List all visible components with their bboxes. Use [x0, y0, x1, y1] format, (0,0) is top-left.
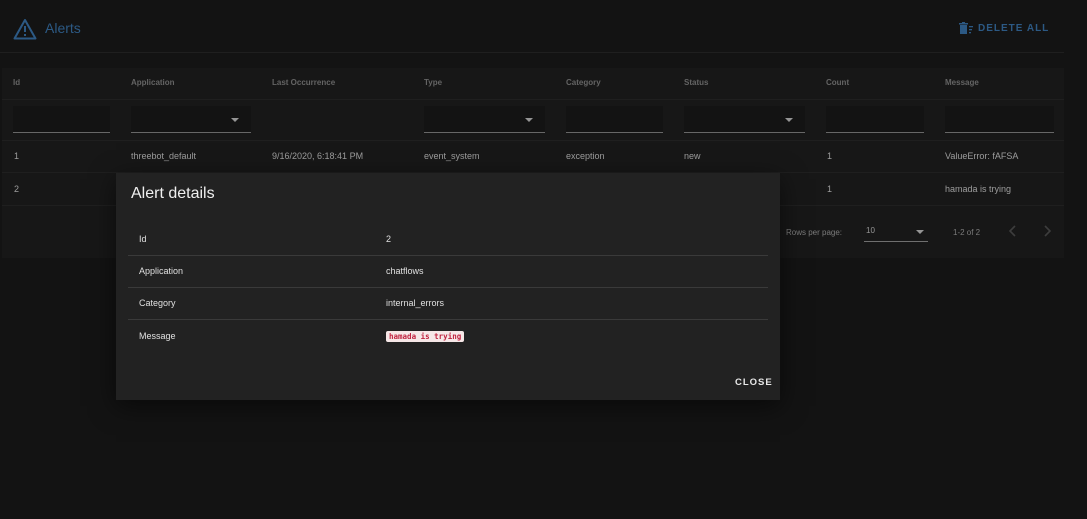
alert-details-dialog: Alert details Id 2 Application chatflows… [116, 173, 780, 400]
detail-row-id: Id 2 [128, 223, 768, 256]
detail-key: Category [139, 298, 176, 308]
detail-value: 2 [386, 234, 392, 244]
detail-value: internal_errors [386, 298, 445, 308]
detail-key: Application [139, 266, 184, 276]
detail-row-message: Message hamada is trying [128, 320, 768, 352]
detail-row-category: Category internal_errors [128, 287, 768, 320]
detail-row-application: Application chatflows [128, 255, 768, 288]
close-button[interactable]: CLOSE [735, 377, 773, 388]
detail-key: Id [139, 234, 147, 244]
detail-key: Message [139, 331, 176, 341]
dialog-title: Alert details [131, 185, 215, 202]
detail-message-code: hamada is trying [386, 331, 465, 342]
detail-value: chatflows [386, 266, 424, 276]
